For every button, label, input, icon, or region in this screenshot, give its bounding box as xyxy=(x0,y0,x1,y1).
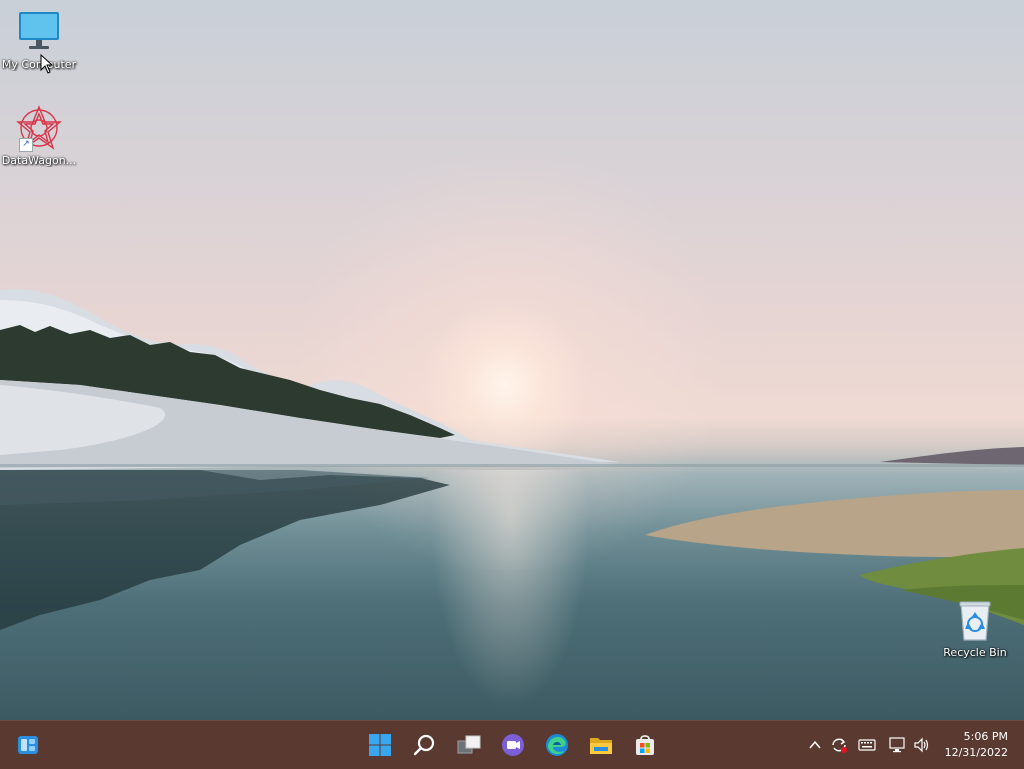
desktop-icon-my-computer[interactable]: My Computer xyxy=(0,8,78,71)
desktop-icon-label: My Computer xyxy=(1,58,77,71)
desktop-icon-recycle-bin[interactable]: Recycle Bin xyxy=(936,596,1014,659)
task-view-icon xyxy=(457,735,481,754)
datawagon-icon: ↗ xyxy=(15,104,63,152)
show-hidden-icons-button[interactable] xyxy=(805,735,825,755)
volume-tray-button[interactable] xyxy=(912,735,932,755)
edge-button[interactable] xyxy=(541,729,573,761)
keyboard-icon xyxy=(858,739,876,751)
store-button[interactable] xyxy=(629,729,661,761)
edge-icon xyxy=(546,734,568,756)
desktop-icon-label: DataWagon... xyxy=(1,154,77,167)
folder-icon xyxy=(590,738,612,754)
mouse-cursor-icon xyxy=(40,54,54,74)
clock-date: 12/31/2022 xyxy=(944,746,1008,759)
start-button[interactable] xyxy=(364,729,396,761)
search-icon xyxy=(413,734,435,756)
task-view-button[interactable] xyxy=(453,729,485,761)
sync-icon xyxy=(832,738,847,753)
keyboard-tray-button[interactable] xyxy=(857,735,877,755)
network-tray-button[interactable] xyxy=(888,735,908,755)
clock[interactable]: 5:06 PM 12/31/2022 xyxy=(938,729,1008,761)
volume-icon xyxy=(914,737,929,753)
store-icon xyxy=(636,735,654,755)
landscape-illustration xyxy=(0,288,1024,630)
network-icon xyxy=(889,737,905,753)
desktop-wallpaper: My Computer ↗ DataWagon... Recycle Bin xyxy=(0,0,1024,720)
search-button[interactable] xyxy=(409,729,441,761)
recycle-bin-icon xyxy=(951,596,999,644)
shortcut-arrow-icon: ↗ xyxy=(19,138,33,152)
widgets-icon xyxy=(18,736,38,754)
chat-button[interactable] xyxy=(497,729,529,761)
desktop-icon-datawagon[interactable]: ↗ DataWagon... xyxy=(0,104,78,167)
taskbar: 5:06 PM 12/31/2022 xyxy=(0,720,1024,769)
widgets-button[interactable] xyxy=(12,729,44,761)
clock-time: 5:06 PM xyxy=(963,730,1008,743)
sync-tray-button[interactable] xyxy=(829,735,849,755)
teams-chat-icon xyxy=(502,734,524,756)
monitor-icon xyxy=(15,8,63,56)
windows-start-icon xyxy=(369,734,391,756)
file-explorer-button[interactable] xyxy=(585,729,617,761)
desktop-icon-label: Recycle Bin xyxy=(943,646,1007,659)
chevron-up-icon xyxy=(809,740,821,749)
